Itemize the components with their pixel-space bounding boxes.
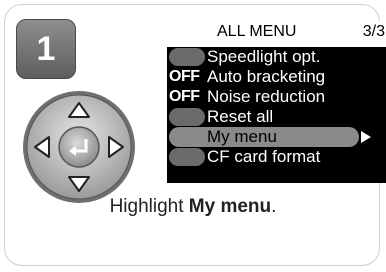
menu-title: ALL MENU — [217, 23, 297, 40]
caption-highlight: My menu — [188, 196, 272, 217]
camera-menu-screen: ALL MENU 3/3 Speedlight opt. OFF Auto br… — [167, 21, 386, 183]
menu-item-speedlight-opt[interactable]: Speedlight opt. — [167, 47, 379, 67]
menu-item-icon — [169, 148, 205, 166]
menu-item-label: My menu — [207, 127, 277, 146]
menu-item-label: Noise reduction — [207, 87, 326, 106]
instruction-card: 1 ALL MENU 3/3 Speedlight opt. OFF Auto … — [4, 4, 386, 266]
off-status-icon: OFF — [169, 88, 200, 105]
menu-header: ALL MENU 3/3 — [167, 21, 386, 47]
multi-selector-dpad[interactable] — [21, 89, 137, 205]
instruction-caption: Highlight My menu. — [5, 196, 381, 218]
page-indicator: 3/3 — [362, 23, 385, 40]
menu-item-reset-all[interactable]: Reset all — [167, 107, 379, 127]
caption-prefix: Highlight — [109, 196, 189, 217]
menu-item-noise-reduction[interactable]: OFF Noise reduction — [167, 87, 379, 107]
menu-item-label: CF card format — [207, 147, 321, 166]
menu-item-my-menu[interactable]: My menu — [167, 127, 379, 147]
off-status-icon: OFF — [169, 68, 200, 85]
menu-item-label: Speedlight opt. — [207, 47, 321, 66]
menu-item-cf-card-format[interactable]: CF card format — [167, 147, 379, 167]
menu-item-icon — [169, 108, 205, 126]
caption-suffix: . — [271, 196, 277, 217]
menu-item-icon — [169, 48, 205, 66]
step-number-badge: 1 — [16, 19, 76, 79]
menu-item-auto-bracketing[interactable]: OFF Auto bracketing — [167, 67, 379, 87]
menu-item-label: Reset all — [207, 107, 274, 126]
submenu-arrow-icon — [361, 131, 371, 143]
menu-item-label: Auto bracketing — [207, 67, 326, 86]
